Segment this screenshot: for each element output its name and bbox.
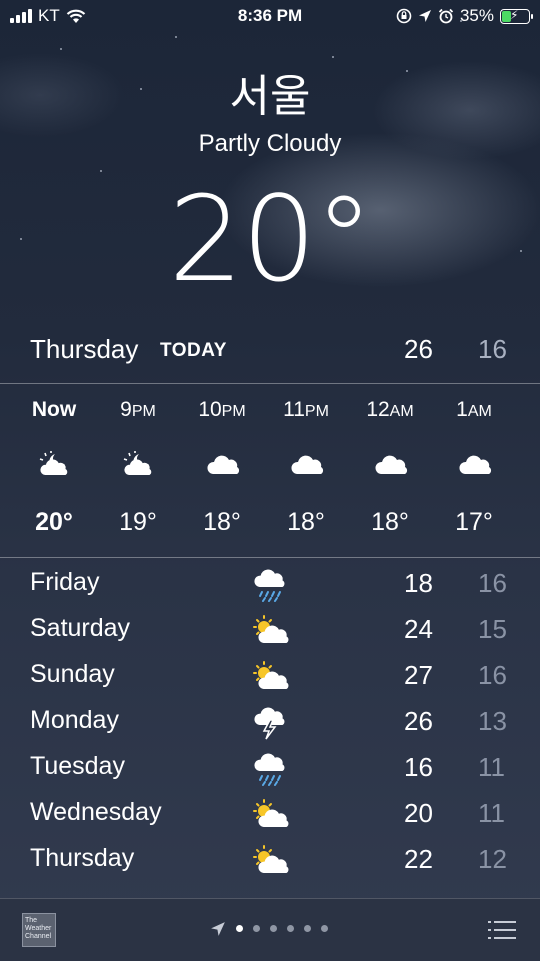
day-name: Wednesday bbox=[30, 798, 162, 826]
day-low: 11 bbox=[478, 752, 505, 782]
partly-sunny-icon bbox=[250, 798, 290, 832]
hour-temperature: 18° bbox=[203, 508, 241, 536]
city-list-icon[interactable] bbox=[488, 919, 516, 941]
day-high: 16 bbox=[404, 752, 433, 782]
rain-cloud-icon bbox=[250, 752, 290, 786]
day-low: 16 bbox=[478, 660, 507, 690]
day-low: 13 bbox=[478, 706, 507, 736]
weather-channel-logo[interactable]: The Weather Channel bbox=[22, 913, 56, 947]
hour-temperature: 1 bbox=[516, 508, 540, 537]
thunderstorm-icon bbox=[250, 706, 290, 740]
cloud-icon bbox=[374, 450, 408, 480]
today-high: 26 bbox=[404, 334, 433, 364]
alarm-icon bbox=[438, 8, 454, 24]
day-high: 24 bbox=[404, 614, 433, 644]
today-summary: Thursday TODAY 26 16 bbox=[0, 330, 540, 370]
rain-cloud-icon bbox=[250, 568, 290, 602]
current-temperature: 20° bbox=[168, 170, 373, 308]
day-high: 27 bbox=[404, 660, 433, 690]
page-dot[interactable] bbox=[304, 925, 311, 932]
current-location-icon[interactable] bbox=[210, 921, 226, 937]
hour-temperature: 18° bbox=[287, 508, 325, 536]
hour-temperature: 20° bbox=[35, 508, 73, 536]
day-name: Monday bbox=[30, 706, 119, 734]
page-dot[interactable] bbox=[236, 925, 243, 932]
bottom-toolbar: The Weather Channel bbox=[0, 898, 540, 961]
day-high: 22 bbox=[404, 844, 433, 874]
day-name: Sunday bbox=[30, 660, 115, 688]
battery-percent: 35% bbox=[459, 6, 494, 25]
day-low: 12 bbox=[478, 844, 507, 874]
status-bar: KT 8:36 PM 35% ⚡ bbox=[0, 0, 540, 32]
cloud-icon bbox=[458, 450, 492, 480]
daily-row: Tuesday 16 11 bbox=[0, 746, 540, 792]
day-name: Thursday bbox=[30, 844, 135, 872]
city-name: 서울 bbox=[229, 72, 311, 121]
day-low: 16 bbox=[478, 568, 507, 598]
partly-cloudy-night-icon bbox=[122, 450, 156, 480]
daily-row: Friday 18 16 bbox=[0, 562, 540, 608]
daily-row: Monday 26 13 bbox=[0, 700, 540, 746]
hour-temperature: 18° bbox=[371, 508, 409, 536]
daily-forecast[interactable]: Friday 18 16 Saturday 24 15 Sunday 27 16… bbox=[0, 562, 540, 898]
page-dot[interactable] bbox=[253, 925, 260, 932]
page-dot[interactable] bbox=[287, 925, 294, 932]
daily-row: Thursday 22 12 bbox=[0, 838, 540, 884]
day-low: 15 bbox=[478, 614, 507, 644]
partly-sunny-icon bbox=[250, 844, 290, 878]
hour-label: 9PM bbox=[120, 398, 156, 421]
day-low: 11 bbox=[478, 798, 505, 828]
hour-temperature: 17° bbox=[455, 508, 493, 536]
hour-label: 11PM bbox=[283, 398, 329, 421]
today-day: Thursday bbox=[30, 334, 139, 364]
partly-sunny-icon bbox=[250, 660, 290, 694]
day-name: Saturday bbox=[30, 614, 131, 642]
page-dot[interactable] bbox=[270, 925, 277, 932]
cloud-icon bbox=[206, 450, 240, 480]
page-indicator[interactable] bbox=[236, 925, 328, 932]
daily-row: Saturday 24 15 bbox=[0, 608, 540, 654]
hour-label: 12AM bbox=[366, 398, 414, 421]
current-weather: 서울 Partly Cloudy 20° bbox=[0, 70, 540, 304]
daily-row: Sunday 27 16 bbox=[0, 654, 540, 700]
hour-label: 1AM bbox=[456, 398, 492, 421]
day-name: Tuesday bbox=[30, 752, 125, 780]
today-low: 16 bbox=[478, 334, 507, 364]
hour-label: 2 bbox=[516, 398, 540, 422]
today-tag: TODAY bbox=[160, 340, 227, 361]
hour-label: 10PM bbox=[198, 398, 246, 421]
cloud-icon bbox=[290, 450, 324, 480]
day-high: 20 bbox=[404, 798, 433, 828]
battery-charging-icon: ⚡ bbox=[500, 8, 533, 24]
hour-label: Now bbox=[31, 398, 77, 421]
day-high: 18 bbox=[404, 568, 433, 598]
page-dot[interactable] bbox=[321, 925, 328, 932]
location-icon bbox=[418, 10, 431, 22]
hourly-forecast[interactable]: Now 20° 9PM 19° 10PM 18° 11PM 18° 12AM 1… bbox=[0, 384, 540, 556]
divider bbox=[0, 557, 540, 558]
partly-cloudy-night-icon bbox=[38, 450, 72, 480]
hour-temperature: 19° bbox=[119, 508, 157, 536]
daily-row: Wednesday 20 11 bbox=[0, 792, 540, 838]
current-condition: Partly Cloudy bbox=[198, 130, 342, 157]
rotation-lock-icon bbox=[396, 8, 412, 24]
day-high: 26 bbox=[404, 706, 433, 736]
partly-sunny-icon bbox=[250, 614, 290, 648]
day-name: Friday bbox=[30, 568, 100, 596]
